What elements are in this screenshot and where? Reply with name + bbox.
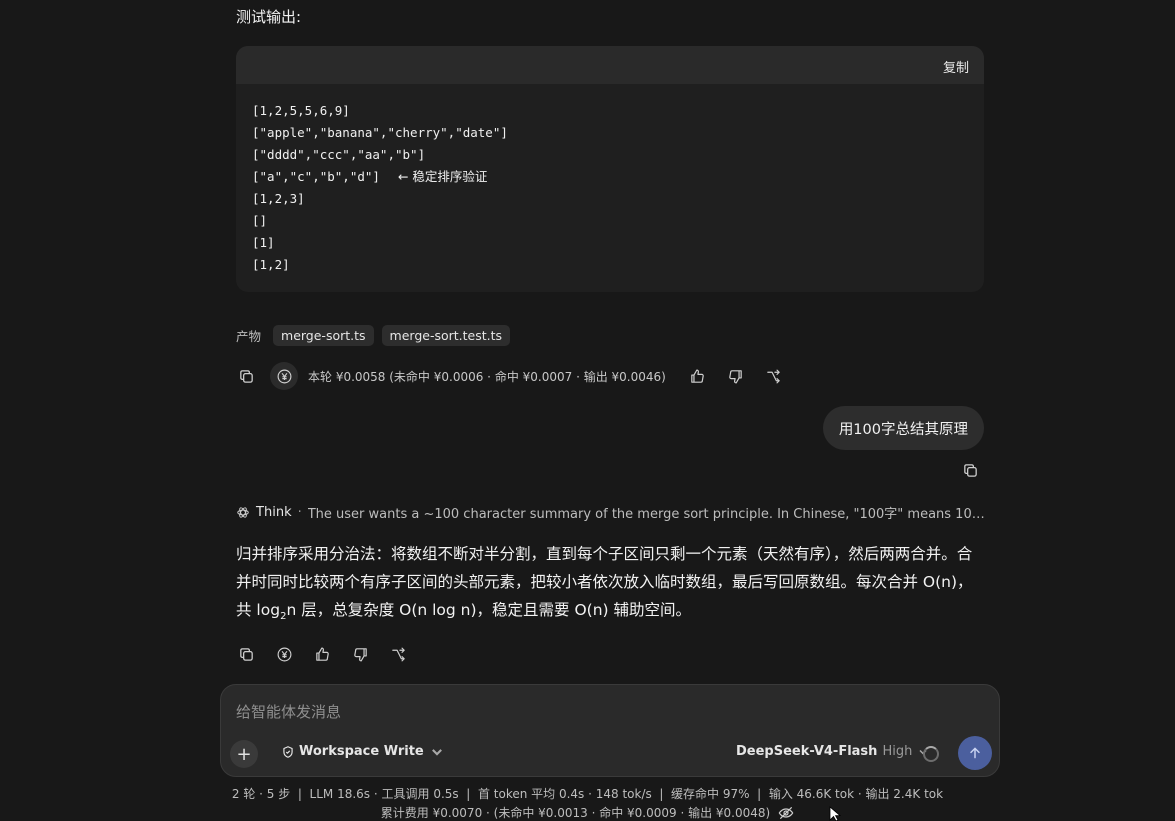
code-line: ["apple","banana","cherry","date"] <box>252 125 508 140</box>
model-level: High <box>882 744 913 759</box>
copy-icon[interactable] <box>232 362 260 390</box>
branch-icon[interactable] <box>760 362 788 390</box>
workspace-mode-button[interactable]: Workspace Write <box>281 744 448 759</box>
code-block-header: 复制 <box>236 46 984 84</box>
section-title: 测试输出: <box>236 8 302 26</box>
artifacts-row: 产物 merge-sort.ts merge-sort.test.ts <box>236 324 511 346</box>
think-text: The user wants a ~100 character summary … <box>307 506 986 522</box>
code-line: [1,2] <box>252 257 290 272</box>
copy-icon[interactable] <box>232 640 260 668</box>
message-actions-2 <box>232 640 422 668</box>
think-icon <box>237 506 249 518</box>
answer-text: n 层，总复杂度 O(n log n)，稳定且需要 O(n) 辅助空间。 <box>286 601 692 619</box>
think-separator: · <box>297 504 302 520</box>
shield-icon <box>283 745 293 758</box>
cost-summary: 本轮 ¥0.0058 (未命中 ¥0.0006 · 命中 ¥0.0007 · 输… <box>308 369 666 384</box>
assistant-answer: 归并排序采用分治法：将数组不断对半分割，直到每个子区间只剩一个元素（天然有序），… <box>236 540 980 631</box>
mouse-cursor <box>829 806 841 821</box>
code-block: 复制 [1,2,5,5,6,9] ["apple","banana","cher… <box>236 46 984 292</box>
status-line-2: 累计费用 ¥0.0070 · (未命中 ¥0.0013 · 命中 ¥0.0009… <box>0 804 1175 821</box>
thumbs-down-icon[interactable] <box>346 640 374 668</box>
eye-off-icon[interactable] <box>778 805 794 821</box>
arrow-up-icon <box>970 747 980 759</box>
workspace-mode-label: Workspace Write <box>299 744 424 759</box>
message-input[interactable]: 给智能体发消息 <box>236 701 341 722</box>
copy-icon[interactable] <box>958 458 982 482</box>
code-copy-button[interactable]: 复制 <box>943 57 969 76</box>
code-line: [] <box>252 213 268 228</box>
code-line: ["dddd","ccc","aa","b"] <box>252 147 426 162</box>
user-message-text: 用100字总结其原理 <box>838 421 968 438</box>
code-line: [1,2,3] <box>252 191 305 206</box>
code-comment: ← 稳定排序验证 <box>397 169 488 184</box>
artifact-chip[interactable]: merge-sort.test.ts <box>381 324 511 346</box>
code-line: [1] <box>252 235 275 250</box>
code-line: [1,2,5,5,6,9] <box>252 103 350 118</box>
message-composer: 给智能体发消息 + Workspace Write DeepSeek-V4-Fl… <box>220 684 1000 777</box>
plus-icon[interactable]: + <box>230 740 258 768</box>
yen-icon[interactable] <box>270 640 298 668</box>
cumulative-cost: 累计费用 ¥0.0070 · (未命中 ¥0.0013 · 命中 ¥0.0009… <box>380 806 771 820</box>
status-line-1: 2 轮 · 5 步 | LLM 18.6s · 工具调用 0.5s | 首 to… <box>231 787 944 801</box>
code-body: [1,2,5,5,6,9] ["apple","banana","cherry"… <box>236 84 984 292</box>
artifacts-label: 产物 <box>236 328 262 344</box>
thumbs-down-icon[interactable] <box>722 362 750 390</box>
model-name: DeepSeek-V4-Flash <box>736 744 878 759</box>
artifact-chip[interactable]: merge-sort.ts <box>273 324 374 346</box>
branch-icon[interactable] <box>384 640 412 668</box>
chevron-down-icon <box>431 748 442 756</box>
user-message-bubble: 用100字总结其原理 <box>822 406 984 450</box>
send-button[interactable] <box>958 736 992 770</box>
think-label: Think <box>256 504 292 520</box>
thumbs-up-icon[interactable] <box>684 362 712 390</box>
think-summary[interactable]: Think · The user wants a ~100 character … <box>236 503 986 521</box>
model-selector[interactable]: DeepSeek-V4-Flash High <box>736 744 928 759</box>
message-actions-1: 本轮 ¥0.0058 (未命中 ¥0.0006 · 命中 ¥0.0007 · 输… <box>232 362 798 390</box>
yen-icon[interactable] <box>270 362 298 390</box>
thumbs-up-icon[interactable] <box>308 640 336 668</box>
code-line-text: ["a","c","b","d"] <box>252 169 380 184</box>
code-line: ["a","c","b","d"] ← 稳定排序验证 <box>252 166 968 188</box>
spinner-icon <box>923 746 939 762</box>
